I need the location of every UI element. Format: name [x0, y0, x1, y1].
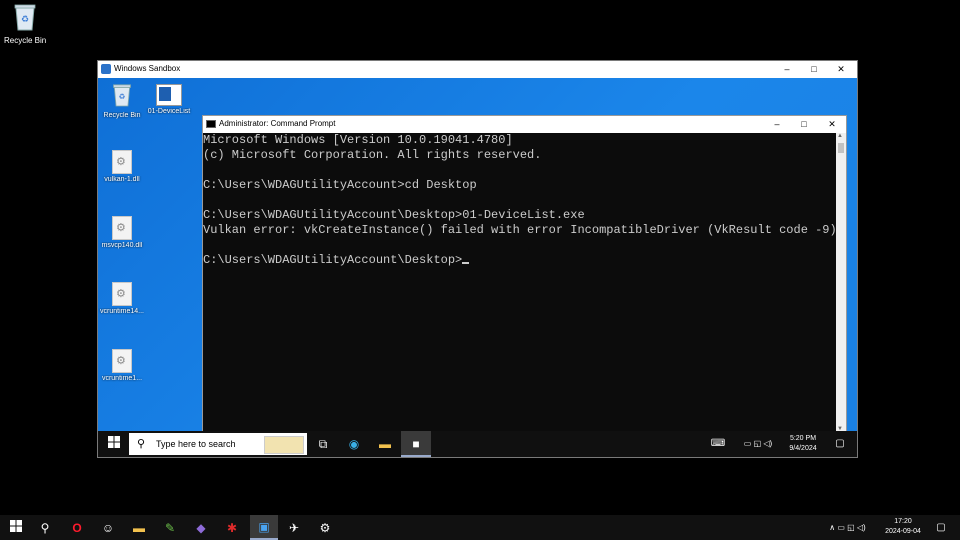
host-time: 17:20 — [894, 518, 912, 525]
recycle-bin-icon: ♻ — [14, 4, 36, 31]
cmd-taskbar-icon[interactable]: ■ — [401, 431, 431, 457]
notification-icon[interactable]: ▢ — [932, 519, 950, 537]
icon-label: vulkan-1.dll — [104, 176, 140, 183]
sandbox-icon-recycle-bin[interactable]: ♻ Recycle Bin — [97, 82, 147, 119]
svg-text:♻: ♻ — [21, 14, 29, 24]
file-explorer-icon[interactable]: ▬ — [376, 435, 394, 453]
start-icon[interactable] — [105, 435, 123, 453]
cmd-maximize-button[interactable]: □ — [790, 116, 818, 133]
sandbox-desktop[interactable]: ♻ Recycle Bin 01-DeviceList vulkan-1.dll… — [97, 78, 857, 433]
opera-icon[interactable]: O — [68, 519, 86, 537]
maximize-button[interactable]: □ — [800, 61, 828, 78]
sandbox-clock[interactable]: 5:20 PM 9/4/2024 — [782, 435, 824, 452]
console-line: C:\Users\WDAGUtilityAccount\Desktop>01-D… — [203, 208, 585, 222]
console-line: (c) Microsoft Corporation. All rights re… — [203, 148, 542, 162]
search-icon[interactable]: ⚲ — [36, 519, 54, 537]
sandbox-icon-vulkan-dll[interactable]: vulkan-1.dll — [97, 150, 147, 183]
visual-studio-icon[interactable]: ◆ — [192, 519, 210, 537]
icon-label: 01-DeviceList — [147, 108, 191, 115]
close-button[interactable]: ✕ — [827, 61, 855, 78]
sandbox-icon-vcruntime-2[interactable]: vcruntime1... — [97, 349, 147, 382]
icon-label: Recycle Bin — [103, 112, 141, 119]
icon-label: msvcp140.dll — [101, 242, 143, 249]
app-icon-red[interactable]: ✱ — [223, 519, 241, 537]
prompt-text: C:\Users\WDAGUtilityAccount\Desktop> — [203, 253, 463, 267]
system-tray-icons[interactable]: ∧ ▭ ◱ ◁) — [820, 519, 875, 537]
cmd-console-output[interactable]: Microsoft Windows [Version 10.0.19041.47… — [203, 133, 844, 432]
windows-sandbox-window[interactable]: Windows Sandbox – □ ✕ ♻ Recycle Bin 01-D… — [97, 60, 858, 458]
cmd-icon — [206, 120, 216, 128]
sandbox-taskbar: ⚲ Type here to search ⧉ ◉ ▬ ■ ⌨ ▭ ◱ ◁) 5… — [98, 431, 857, 457]
console-line: Vulkan error: vkCreateInstance() failed … — [203, 223, 844, 237]
scrollbar-thumb[interactable] — [838, 143, 844, 153]
app-icon-editor[interactable]: ✎ — [161, 519, 179, 537]
start-icon[interactable] — [7, 519, 25, 537]
sandbox-time: 5:20 PM — [789, 435, 817, 442]
windows-sandbox-taskbar-icon[interactable]: ▣ — [250, 515, 278, 540]
text-cursor — [462, 262, 470, 264]
app-icon-tool[interactable]: ✈ — [285, 519, 303, 537]
cmd-title: Administrator: Command Prompt — [219, 119, 336, 128]
sandbox-icon-devicelist[interactable]: 01-DeviceList — [144, 82, 194, 115]
search-highlight-icon[interactable] — [264, 436, 304, 454]
minimize-button[interactable]: – — [773, 61, 801, 78]
sandbox-title: Windows Sandbox — [114, 64, 181, 73]
edge-icon[interactable]: ◉ — [345, 435, 363, 453]
console-line: C:\Users\WDAGUtilityAccount>cd Desktop — [203, 178, 477, 192]
keyboard-icon[interactable]: ⌨ — [709, 435, 727, 453]
task-view-icon[interactable]: ⧉ — [314, 435, 332, 453]
host-taskbar: ⚲ O ☺ ▬ ✎ ◆ ✱ ▣ ✈ ⚙ ∧ ▭ ◱ ◁) 17:20 2024-… — [0, 515, 960, 540]
console-line: Microsoft Windows [Version 10.0.19041.47… — [203, 133, 513, 147]
dll-file-icon — [112, 349, 132, 373]
file-explorer-icon[interactable]: ▬ — [130, 519, 148, 537]
notification-icon[interactable]: ▢ — [831, 435, 849, 453]
dll-file-icon — [112, 150, 132, 174]
search-placeholder: Type here to search — [156, 439, 236, 449]
console-prompt-line[interactable]: C:\Users\WDAGUtilityAccount\Desktop> — [203, 253, 470, 268]
system-tray-icons[interactable]: ▭ ◱ ◁) — [738, 435, 778, 453]
dll-file-icon — [112, 282, 132, 306]
recycle-bin-icon: ♻ — [113, 84, 131, 107]
command-prompt-window[interactable]: Administrator: Command Prompt – □ ✕ Micr… — [202, 115, 847, 433]
sandbox-date: 9/4/2024 — [789, 445, 817, 452]
cmd-close-button[interactable]: ✕ — [818, 116, 846, 133]
application-icon — [156, 84, 182, 106]
dll-file-icon — [112, 216, 132, 240]
search-icon: ⚲ — [137, 438, 146, 450]
scroll-up-icon[interactable]: ▲ — [837, 133, 843, 139]
sandbox-icon-vcruntime-1[interactable]: vcruntime14... — [97, 282, 147, 315]
icon-label: vcruntime14... — [100, 308, 144, 315]
settings-icon[interactable]: ⚙ — [316, 519, 334, 537]
host-date: 2024-09-04 — [885, 528, 921, 535]
cmd-minimize-button[interactable]: – — [763, 116, 791, 133]
desktop-icon-recycle-bin[interactable]: ♻ Recycle Bin — [4, 2, 46, 45]
taskbar-search-box[interactable]: ⚲ Type here to search — [129, 433, 307, 455]
sandbox-app-icon — [101, 64, 111, 74]
cmd-scrollbar[interactable]: ▲ ▼ — [836, 133, 846, 432]
sandbox-title-bar[interactable]: Windows Sandbox – □ ✕ — [98, 61, 857, 78]
svg-text:♻: ♻ — [119, 92, 126, 101]
recycle-bin-label: Recycle Bin — [4, 36, 47, 45]
sandbox-icon-msvcp-dll[interactable]: msvcp140.dll — [97, 216, 147, 249]
host-clock[interactable]: 17:20 2024-09-04 — [878, 518, 928, 535]
cmd-title-bar[interactable]: Administrator: Command Prompt – □ ✕ — [203, 116, 846, 133]
app-icon-cat[interactable]: ☺ — [99, 519, 117, 537]
icon-label: vcruntime1... — [101, 375, 143, 382]
